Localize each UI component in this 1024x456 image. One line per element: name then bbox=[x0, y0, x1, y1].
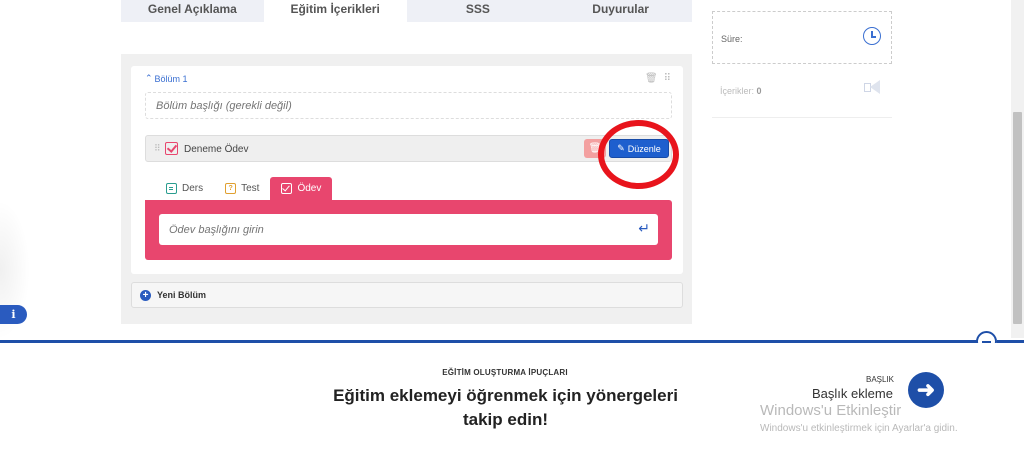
clock-icon bbox=[863, 27, 881, 45]
enter-icon[interactable]: ↵ bbox=[638, 220, 650, 237]
drag-handle-icon[interactable]: ⠿ bbox=[154, 143, 161, 154]
arrow-right-icon[interactable]: ➜ bbox=[908, 372, 944, 408]
highlight-circle bbox=[598, 120, 679, 189]
content-type-tabs: Ders ? Test Ödev bbox=[155, 177, 333, 200]
type-tab-label: Test bbox=[241, 183, 260, 194]
tab-label: SSS bbox=[465, 2, 490, 16]
new-section-label: Yeni Bölüm bbox=[157, 290, 207, 300]
windows-activation-subtitle: Windows'u etkinleştirmek için Ayarlar'a … bbox=[760, 423, 958, 434]
chevron-up-icon: ⌃ bbox=[145, 73, 153, 83]
next-tip-category: BAŞLIK bbox=[866, 375, 895, 384]
section-toggle[interactable]: ⌃ Bölüm 1 bbox=[145, 73, 188, 84]
question-icon: ? bbox=[225, 183, 237, 194]
next-tip-title: Başlık ekleme bbox=[812, 386, 893, 401]
tab-label: Genel Açıklama bbox=[147, 2, 237, 16]
duration-label: Süre: bbox=[721, 34, 743, 44]
contents-box: İçerikler: 0 bbox=[712, 64, 892, 118]
tab-general-description[interactable]: Genel Açıklama bbox=[121, 0, 264, 22]
curriculum-panel: ⌃ Bölüm 1 🗑 ⠿ ⠿ Deneme Ödev 🗑 ✎ Düzenle … bbox=[121, 54, 692, 324]
type-tab-assignment[interactable]: Ödev bbox=[270, 177, 333, 200]
tips-text: Eğitim eklemeyi öğrenmek için yönergeler… bbox=[333, 386, 678, 429]
plus-icon: + bbox=[140, 289, 151, 301]
contents-count: 0 bbox=[756, 86, 762, 96]
content-tabs: Genel Açıklama Eğitim İçerikleri SSS Duy… bbox=[121, 0, 692, 22]
type-tab-lesson[interactable]: Ders bbox=[155, 177, 214, 200]
scrollbar-thumb[interactable] bbox=[1013, 112, 1022, 324]
tab-label: Eğitim İçerikleri bbox=[290, 2, 380, 16]
section-card: ⌃ Bölüm 1 🗑 ⠿ ⠿ Deneme Ödev 🗑 ✎ Düzenle … bbox=[131, 66, 683, 274]
type-tab-label: Ödev bbox=[297, 183, 322, 194]
megaphone-icon bbox=[864, 80, 882, 94]
tab-announcements[interactable]: Duyurular bbox=[549, 0, 692, 22]
assignment-entry-area: ↵ bbox=[145, 200, 672, 260]
new-section-button[interactable]: + Yeni Bölüm bbox=[131, 282, 683, 308]
info-icon[interactable]: i bbox=[0, 305, 27, 324]
section-tools: 🗑 ⠿ bbox=[645, 73, 671, 84]
tab-course-contents[interactable]: Eğitim İçerikleri bbox=[263, 0, 407, 22]
tab-label: Duyurular bbox=[592, 2, 649, 16]
item-name: Deneme Ödev bbox=[184, 144, 249, 155]
scrollbar[interactable] bbox=[1011, 0, 1024, 338]
duration-box: Süre: bbox=[712, 11, 892, 64]
section-title-input[interactable] bbox=[145, 92, 672, 119]
checkbox-icon bbox=[281, 183, 293, 194]
type-tab-test[interactable]: ? Test bbox=[214, 177, 270, 200]
tips-heading: EĞİTİM OLUŞTURMA İPUÇLARI bbox=[442, 368, 568, 377]
section-label: Bölüm 1 bbox=[154, 73, 188, 84]
type-tab-label: Ders bbox=[182, 183, 204, 194]
tab-faq[interactable]: SSS bbox=[407, 0, 550, 22]
curriculum-item-row: ⠿ Deneme Ödev 🗑 ✎ Düzenle bbox=[145, 135, 672, 162]
assignment-title-input[interactable] bbox=[159, 214, 658, 245]
assignment-icon bbox=[165, 142, 178, 155]
drag-handle-icon[interactable]: ⠿ bbox=[664, 73, 671, 84]
contents-label: İçerikler: 0 bbox=[720, 86, 762, 96]
tips-panel: EĞİTİM OLUŞTURMA İPUÇLARI Eğitim eklemey… bbox=[0, 343, 1024, 456]
document-icon bbox=[166, 183, 177, 194]
contents-label-text: İçerikler: bbox=[720, 86, 755, 96]
trash-icon[interactable]: 🗑 bbox=[645, 73, 658, 84]
windows-activation-title: Windows'u Etkinleştir bbox=[760, 402, 902, 419]
